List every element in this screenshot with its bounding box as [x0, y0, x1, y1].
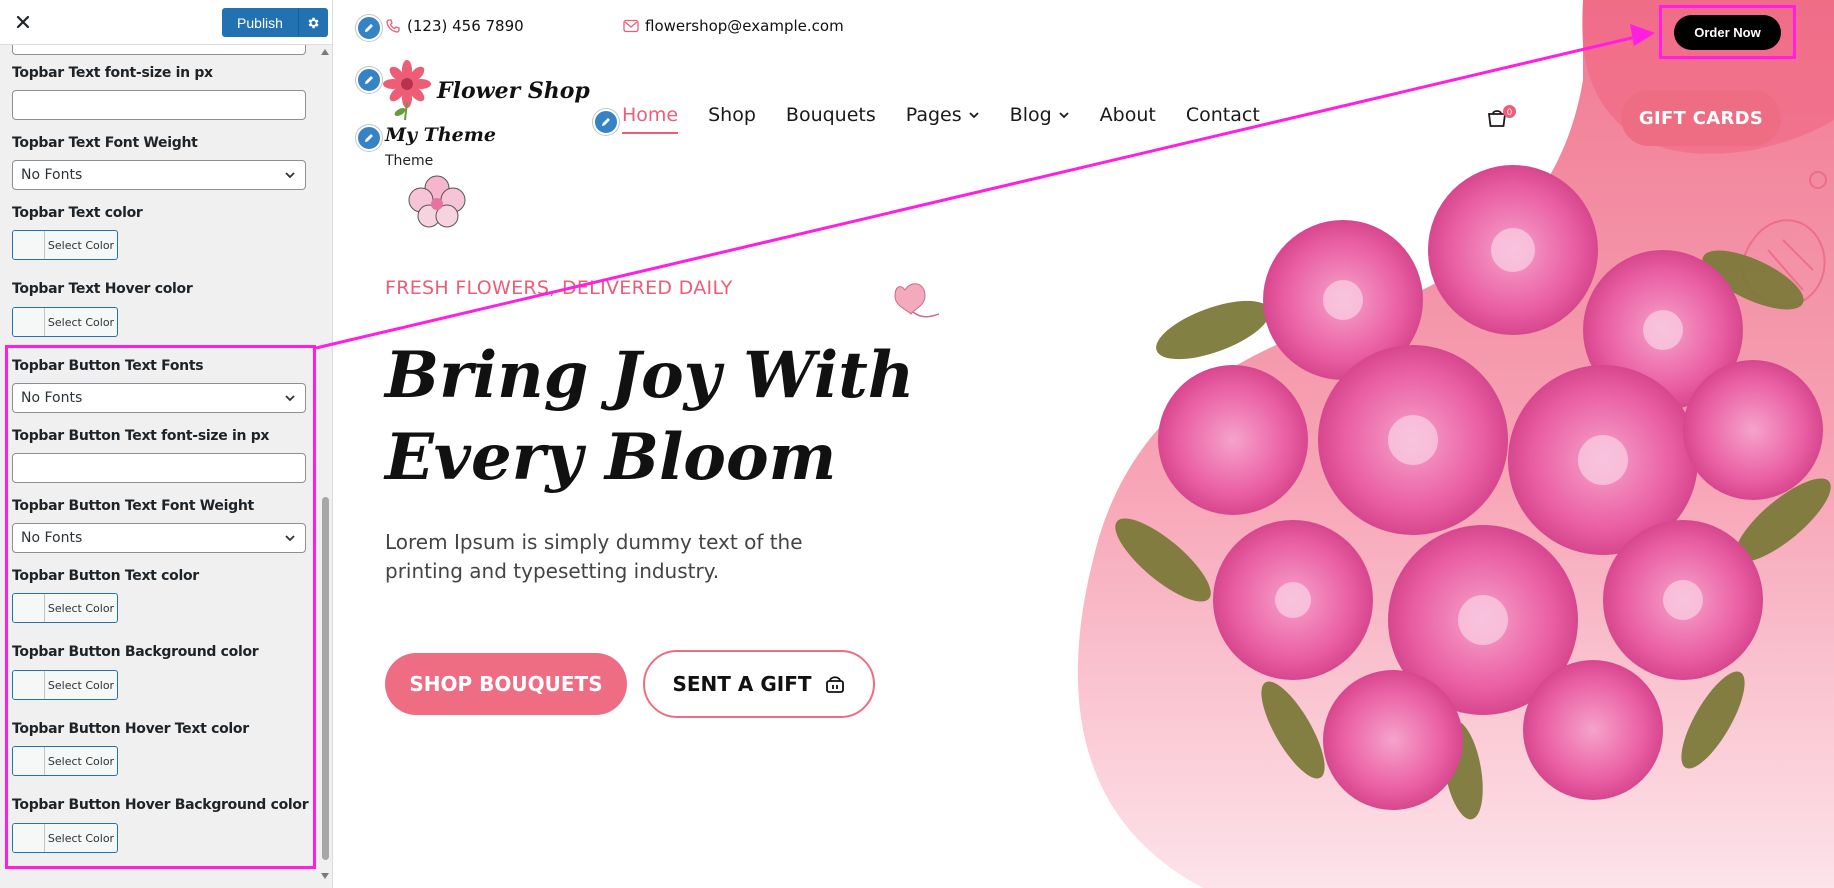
highlight-box-sidebar [5, 345, 316, 869]
publish-group: Publish [222, 8, 328, 37]
close-button[interactable] [8, 8, 38, 36]
site-title[interactable]: My Theme [385, 124, 496, 146]
nav-label: About [1099, 104, 1156, 126]
nav-label: Home [622, 104, 679, 126]
gear-icon [308, 17, 319, 28]
select-color-label: Select Color [47, 315, 115, 329]
nav-label: Pages [905, 104, 962, 126]
nav-item-about[interactable]: About [1100, 104, 1156, 126]
edit-shortcut-topbar[interactable] [356, 15, 382, 41]
sidebar-scrollbar[interactable] [318, 45, 332, 888]
topbar-text-font-weight-select[interactable]: No Fonts [12, 160, 306, 190]
topbar-phone[interactable]: (123) 456 7890 [385, 17, 524, 35]
edit-shortcut-site-title[interactable] [356, 125, 382, 151]
field-label: Topbar Text color [12, 205, 143, 221]
topbar-text-color-button[interactable]: Select Color [12, 230, 118, 260]
field-label: Topbar Text Hover color [12, 281, 193, 297]
main-navigation: Home Shop Bouquets Pages Blog About Cont… [622, 104, 1290, 134]
hero-title-line-2: Every Bloom [385, 420, 837, 495]
site-tagline: Theme [385, 153, 434, 169]
customizer-app: Publish Topbar Text font-size in px Topb… [0, 0, 1834, 888]
sent-a-gift-button[interactable]: SENT A GIFT [643, 650, 875, 718]
color-swatch [13, 308, 45, 336]
publish-button[interactable]: Publish [222, 8, 298, 37]
scrollbar-thumb[interactable] [322, 497, 329, 860]
topbar-text-hover-color-button[interactable]: Select Color [12, 307, 118, 337]
hero-kicker: FRESH FLOWERS, DELIVERED DAILY [385, 277, 733, 299]
shop-bouquets-button[interactable]: SHOP BOUQUETS [385, 653, 627, 715]
hero-description: Lorem Ipsum is simply dummy text of the … [385, 530, 803, 583]
publish-settings-button[interactable] [298, 8, 328, 37]
highlight-box-order-now [1659, 5, 1796, 59]
select-value: No Fonts [21, 167, 83, 183]
gift-basket-icon [825, 676, 844, 693]
nav-item-bouquets[interactable]: Bouquets [786, 104, 876, 126]
field-topbar-text-color: Topbar Text color Select Color [12, 205, 306, 260]
scroll-down-arrow-icon[interactable] [321, 873, 329, 879]
hero-title-line-1: Bring Joy With [385, 338, 915, 413]
logo-text[interactable]: Flower Shop [437, 78, 590, 104]
nav-label: Blog [1009, 104, 1052, 126]
cart-count-badge: 0 [1503, 105, 1516, 118]
chevron-down-icon [969, 112, 979, 119]
field-label: Topbar Text font-size in px [12, 65, 213, 81]
hero-title: Bring Joy With Every Bloom [385, 335, 945, 499]
nav-label: Contact [1185, 104, 1260, 126]
nav-item-home[interactable]: Home [622, 104, 679, 134]
sidebar-header: Publish [0, 0, 332, 45]
gift-button-label: SENT A GIFT [672, 672, 812, 696]
phone-icon [386, 19, 400, 33]
mail-icon [623, 19, 639, 33]
field-topbar-text-hover-color: Topbar Text Hover color Select Color [12, 281, 306, 337]
pencil-icon [602, 118, 610, 126]
nav-item-pages[interactable]: Pages [906, 104, 980, 126]
nav-label: Bouquets [785, 104, 876, 126]
topbar-text-font-size-input[interactable] [12, 90, 306, 120]
chevron-down-icon [285, 172, 295, 179]
small-flower-logo-art [408, 175, 466, 228]
nav-item-blog[interactable]: Blog [1010, 104, 1070, 126]
field-topbar-text-font-size: Topbar Text font-size in px [12, 65, 306, 120]
text-input-partial[interactable] [12, 45, 306, 55]
pencil-icon [365, 134, 373, 142]
edit-shortcut-logo[interactable] [356, 67, 382, 93]
scroll-up-arrow-icon[interactable] [321, 49, 329, 55]
site-preview: (123) 456 7890 flowershop@example.com Or… [333, 0, 1834, 888]
close-icon [16, 15, 30, 29]
flower-logo-icon [383, 60, 431, 121]
select-color-label: Select Color [47, 238, 115, 252]
color-swatch [13, 231, 45, 259]
pencil-icon [365, 76, 373, 84]
pencil-icon [365, 24, 373, 32]
nav-item-contact[interactable]: Contact [1186, 104, 1260, 126]
topbar-email[interactable]: flowershop@example.com [623, 17, 844, 35]
nav-label: Shop [708, 104, 756, 126]
edit-shortcut-menu[interactable] [593, 109, 619, 135]
phone-number: (123) 456 7890 [407, 17, 524, 35]
field-topbar-text-font-weight: Topbar Text Font Weight No Fonts [12, 135, 306, 190]
chevron-down-icon [1059, 112, 1069, 119]
email-address: flowershop@example.com [645, 17, 844, 35]
field-label: Topbar Text Font Weight [12, 135, 198, 151]
gift-cards-button[interactable]: GIFT CARDS [1621, 90, 1781, 146]
nav-item-shop[interactable]: Shop [708, 104, 756, 126]
customizer-sidebar: Publish Topbar Text font-size in px Topb… [0, 0, 333, 888]
